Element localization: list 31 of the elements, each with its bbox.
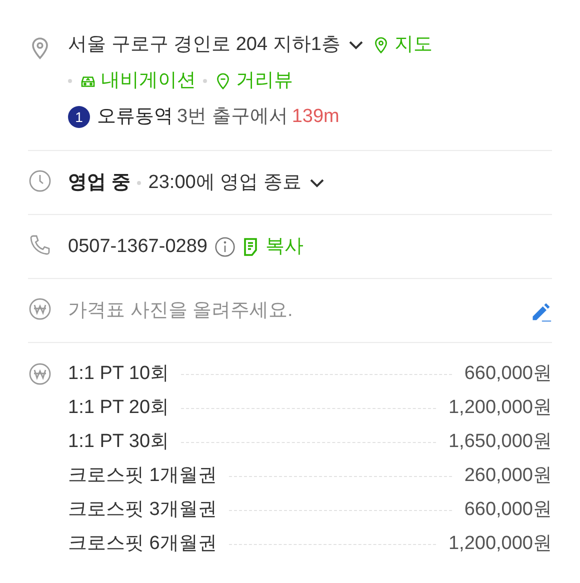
address-text: 서울 구로구 경인로 204 지하1층 <box>68 34 340 56</box>
copy-link[interactable]: 복사 <box>243 236 304 258</box>
location-pin-icon <box>214 72 232 90</box>
info-icon[interactable] <box>214 236 236 258</box>
closing-time: 23:00에 영업 종료 <box>148 172 302 194</box>
price-item-name: 1:1 PT 20회 <box>68 396 170 420</box>
navigation-link[interactable]: 내비게이션 <box>79 70 196 92</box>
price-item-name: 1:1 PT 10회 <box>68 362 170 386</box>
price-item-name: 크로스핏 1개월권 <box>68 464 217 488</box>
clock-icon <box>28 169 52 193</box>
street-view-link[interactable]: 거리뷰 <box>214 70 293 92</box>
phone-number: 0507-1367-0289 <box>68 236 208 258</box>
price-photo-prompt: 가격표 사진을 올려주세요. <box>68 300 293 322</box>
price-amount: 660,000원 <box>464 498 552 522</box>
won-icon <box>28 362 52 386</box>
station-name: 오류동역 <box>97 106 173 128</box>
exit-text: 3번 출구에서 <box>177 106 288 128</box>
phone-icon <box>28 233 52 257</box>
price-amount: 1,200,000원 <box>448 396 552 420</box>
price-amount: 660,000원 <box>464 362 552 386</box>
open-status: 영업 중 <box>68 172 130 194</box>
subway-line-badge: 1 <box>68 106 90 128</box>
price-item-name: 크로스핏 6개월권 <box>68 532 217 556</box>
price-item-name: 1:1 PT 30회 <box>68 430 170 454</box>
won-icon <box>28 297 52 321</box>
price-amount: 260,000원 <box>464 464 552 488</box>
price-amount: 1,200,000원 <box>448 532 552 556</box>
distance-text: 139m <box>292 106 340 128</box>
price-amount: 1,650,000원 <box>448 430 552 454</box>
map-link[interactable]: 지도 <box>372 34 432 56</box>
price-item-name: 크로스핏 3개월권 <box>68 498 217 522</box>
